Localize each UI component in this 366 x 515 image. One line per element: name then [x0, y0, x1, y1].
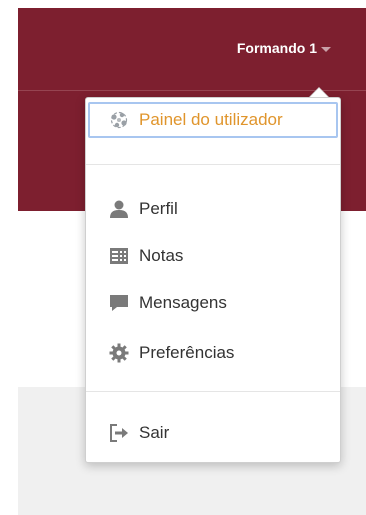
- menu-item-grades[interactable]: Notas: [86, 238, 340, 274]
- menu-item-label: Painel do utilizador: [139, 110, 283, 129]
- menu-item-logout[interactable]: Sair: [86, 415, 340, 451]
- menu-item-label: Sair: [139, 423, 170, 442]
- user-icon: [108, 199, 130, 219]
- menu-item-label: Notas: [139, 246, 184, 265]
- user-name: Formando 1: [236, 40, 317, 56]
- grades-icon: [108, 246, 130, 266]
- user-menu-toggle[interactable]: Formando 1: [237, 40, 331, 56]
- menu-divider: [86, 391, 340, 392]
- caret-down-icon: [321, 46, 331, 52]
- menu-pointer: [310, 88, 328, 97]
- menu-item-label: Preferências: [139, 343, 235, 362]
- menu-item-preferences[interactable]: Preferências: [86, 335, 340, 371]
- menu-item-profile[interactable]: Perfil: [86, 191, 340, 227]
- user-dropdown-menu: Painel do utilizador Perfil Notas Mensag…: [85, 97, 341, 463]
- dashboard-icon: [108, 110, 130, 130]
- menu-item-label: Mensagens: [139, 293, 227, 312]
- logout-icon: [108, 423, 130, 443]
- message-icon: [108, 293, 130, 313]
- menu-item-messages[interactable]: Mensagens: [86, 285, 340, 321]
- gear-icon: [108, 343, 130, 363]
- menu-divider: [86, 164, 340, 165]
- menu-item-label: Perfil: [139, 199, 178, 218]
- menu-item-dashboard[interactable]: Painel do utilizador: [88, 102, 338, 138]
